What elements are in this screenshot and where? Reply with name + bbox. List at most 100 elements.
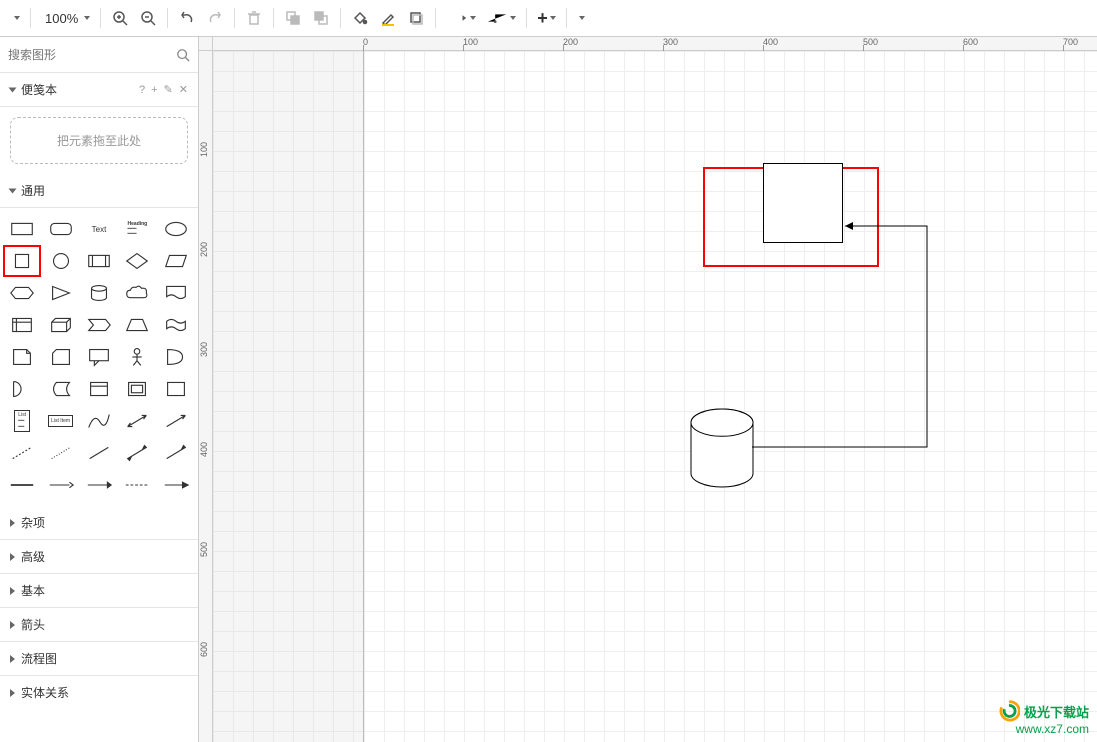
search-icon[interactable] — [171, 43, 194, 67]
ruler-horizontal: 0100200300400500600700 — [213, 37, 1097, 51]
zoom-out-button[interactable] — [135, 5, 161, 31]
category-er[interactable]: 实体关系 — [0, 676, 198, 709]
separator — [435, 8, 436, 28]
shape-dotted-line[interactable] — [42, 438, 78, 468]
category-basic[interactable]: 基本 — [0, 574, 198, 608]
canvas-rectangle-shape[interactable] — [763, 163, 843, 243]
shape-step[interactable] — [81, 310, 117, 340]
shadow-button[interactable] — [403, 5, 429, 31]
scratchpad-close-icon[interactable]: ✕ — [179, 83, 188, 96]
shape-hexagon[interactable] — [4, 278, 40, 308]
shape-textbox[interactable]: Heading━━━━━━ — [119, 214, 155, 244]
shape-list-item[interactable]: List Item — [42, 406, 78, 436]
canvas-page — [363, 51, 1097, 742]
shape-cylinder[interactable] — [81, 278, 117, 308]
canvas[interactable] — [213, 51, 1097, 742]
undo-button[interactable] — [174, 5, 200, 31]
chevron-down-icon — [510, 16, 516, 20]
expand-icon — [10, 689, 15, 697]
to-front-button[interactable] — [280, 5, 306, 31]
canvas-cylinder-shape[interactable] — [691, 409, 753, 487]
shape-rectangle[interactable] — [4, 214, 40, 244]
shape-link2[interactable] — [42, 470, 78, 500]
separator — [167, 8, 168, 28]
category-arrows[interactable]: 箭头 — [0, 608, 198, 642]
scratchpad-help[interactable]: ? — [139, 84, 145, 96]
table-button[interactable] — [573, 5, 589, 31]
shape-link3[interactable] — [81, 470, 117, 500]
shape-dashed-line[interactable] — [4, 438, 40, 468]
shape-internal-storage[interactable] — [4, 310, 40, 340]
view-menu[interactable] — [8, 5, 24, 31]
fill-color-button[interactable] — [347, 5, 373, 31]
insert-button[interactable]: + — [533, 5, 560, 31]
shape-curve[interactable] — [81, 406, 117, 436]
shape-arrow2[interactable] — [158, 438, 194, 468]
sidebar: 便笺本 ? + ✎ ✕ 把元素拖至此处 通用 Text Heading━━━━━… — [0, 37, 199, 742]
expand-icon — [10, 587, 15, 595]
category-misc[interactable]: 杂项 — [0, 506, 198, 540]
waypoint-style[interactable] — [482, 5, 520, 31]
general-header[interactable]: 通用 — [0, 174, 198, 208]
shape-callout[interactable] — [81, 342, 117, 372]
expand-icon — [10, 519, 15, 527]
expand-icon — [10, 553, 15, 561]
shape-container[interactable] — [81, 374, 117, 404]
chevron-down-icon — [84, 16, 90, 20]
shape-cloud[interactable] — [119, 278, 155, 308]
to-back-button[interactable] — [308, 5, 334, 31]
scratchpad-dropzone[interactable]: 把元素拖至此处 — [10, 117, 188, 164]
shape-link4[interactable] — [119, 470, 155, 500]
shape-text[interactable]: Text — [81, 214, 117, 244]
toolbar: 100% + — [0, 0, 1097, 37]
shape-link5[interactable] — [158, 470, 194, 500]
scratchpad-edit-icon[interactable]: ✎ — [164, 83, 173, 96]
shape-tape[interactable] — [158, 310, 194, 340]
connection-style[interactable] — [442, 5, 480, 31]
canvas-area: 0100200300400500600700 10020030040050060… — [199, 37, 1097, 742]
expand-icon — [9, 87, 17, 92]
shape-list[interactable]: List━━━━ — [4, 406, 40, 436]
shape-circle[interactable] — [42, 246, 78, 276]
zoom-control[interactable]: 100% — [37, 5, 94, 31]
chevron-down-icon — [550, 16, 556, 20]
shape-card[interactable] — [42, 342, 78, 372]
separator — [526, 8, 527, 28]
zoom-in-button[interactable] — [107, 5, 133, 31]
shape-rounded-rectangle[interactable] — [42, 214, 78, 244]
shape-trapezoid[interactable] — [119, 310, 155, 340]
shape-ellipse[interactable] — [158, 214, 194, 244]
shape-frame[interactable] — [119, 374, 155, 404]
shape-line[interactable] — [81, 438, 117, 468]
shape-note[interactable] — [4, 342, 40, 372]
shape-arrow[interactable] — [158, 406, 194, 436]
category-flowchart[interactable]: 流程图 — [0, 642, 198, 676]
shape-and[interactable] — [4, 374, 40, 404]
category-advanced[interactable]: 高级 — [0, 540, 198, 574]
separator — [340, 8, 341, 28]
search-input[interactable] — [0, 42, 171, 68]
shape-cube[interactable] — [42, 310, 78, 340]
separator — [100, 8, 101, 28]
line-color-button[interactable] — [375, 5, 401, 31]
shape-data-storage[interactable] — [42, 374, 78, 404]
shape-parallelogram[interactable] — [158, 246, 194, 276]
shape-triangle[interactable] — [42, 278, 78, 308]
expand-icon — [10, 655, 15, 663]
shape-bidirectional-arrow[interactable] — [119, 406, 155, 436]
shape-document[interactable] — [158, 278, 194, 308]
shape-or[interactable] — [158, 342, 194, 372]
shape-rect3[interactable] — [158, 374, 194, 404]
zoom-label: 100% — [41, 11, 82, 26]
scratchpad-add-icon[interactable]: + — [151, 84, 157, 96]
scratchpad-header[interactable]: 便笺本 ? + ✎ ✕ — [0, 73, 198, 107]
shape-link1[interactable] — [4, 470, 40, 500]
shape-bidir2[interactable] — [119, 438, 155, 468]
shape-square[interactable] — [4, 246, 40, 276]
shape-diamond[interactable] — [119, 246, 155, 276]
shape-process[interactable] — [81, 246, 117, 276]
shape-actor[interactable] — [119, 342, 155, 372]
redo-button[interactable] — [202, 5, 228, 31]
delete-button[interactable] — [241, 5, 267, 31]
shape-search — [0, 37, 198, 73]
